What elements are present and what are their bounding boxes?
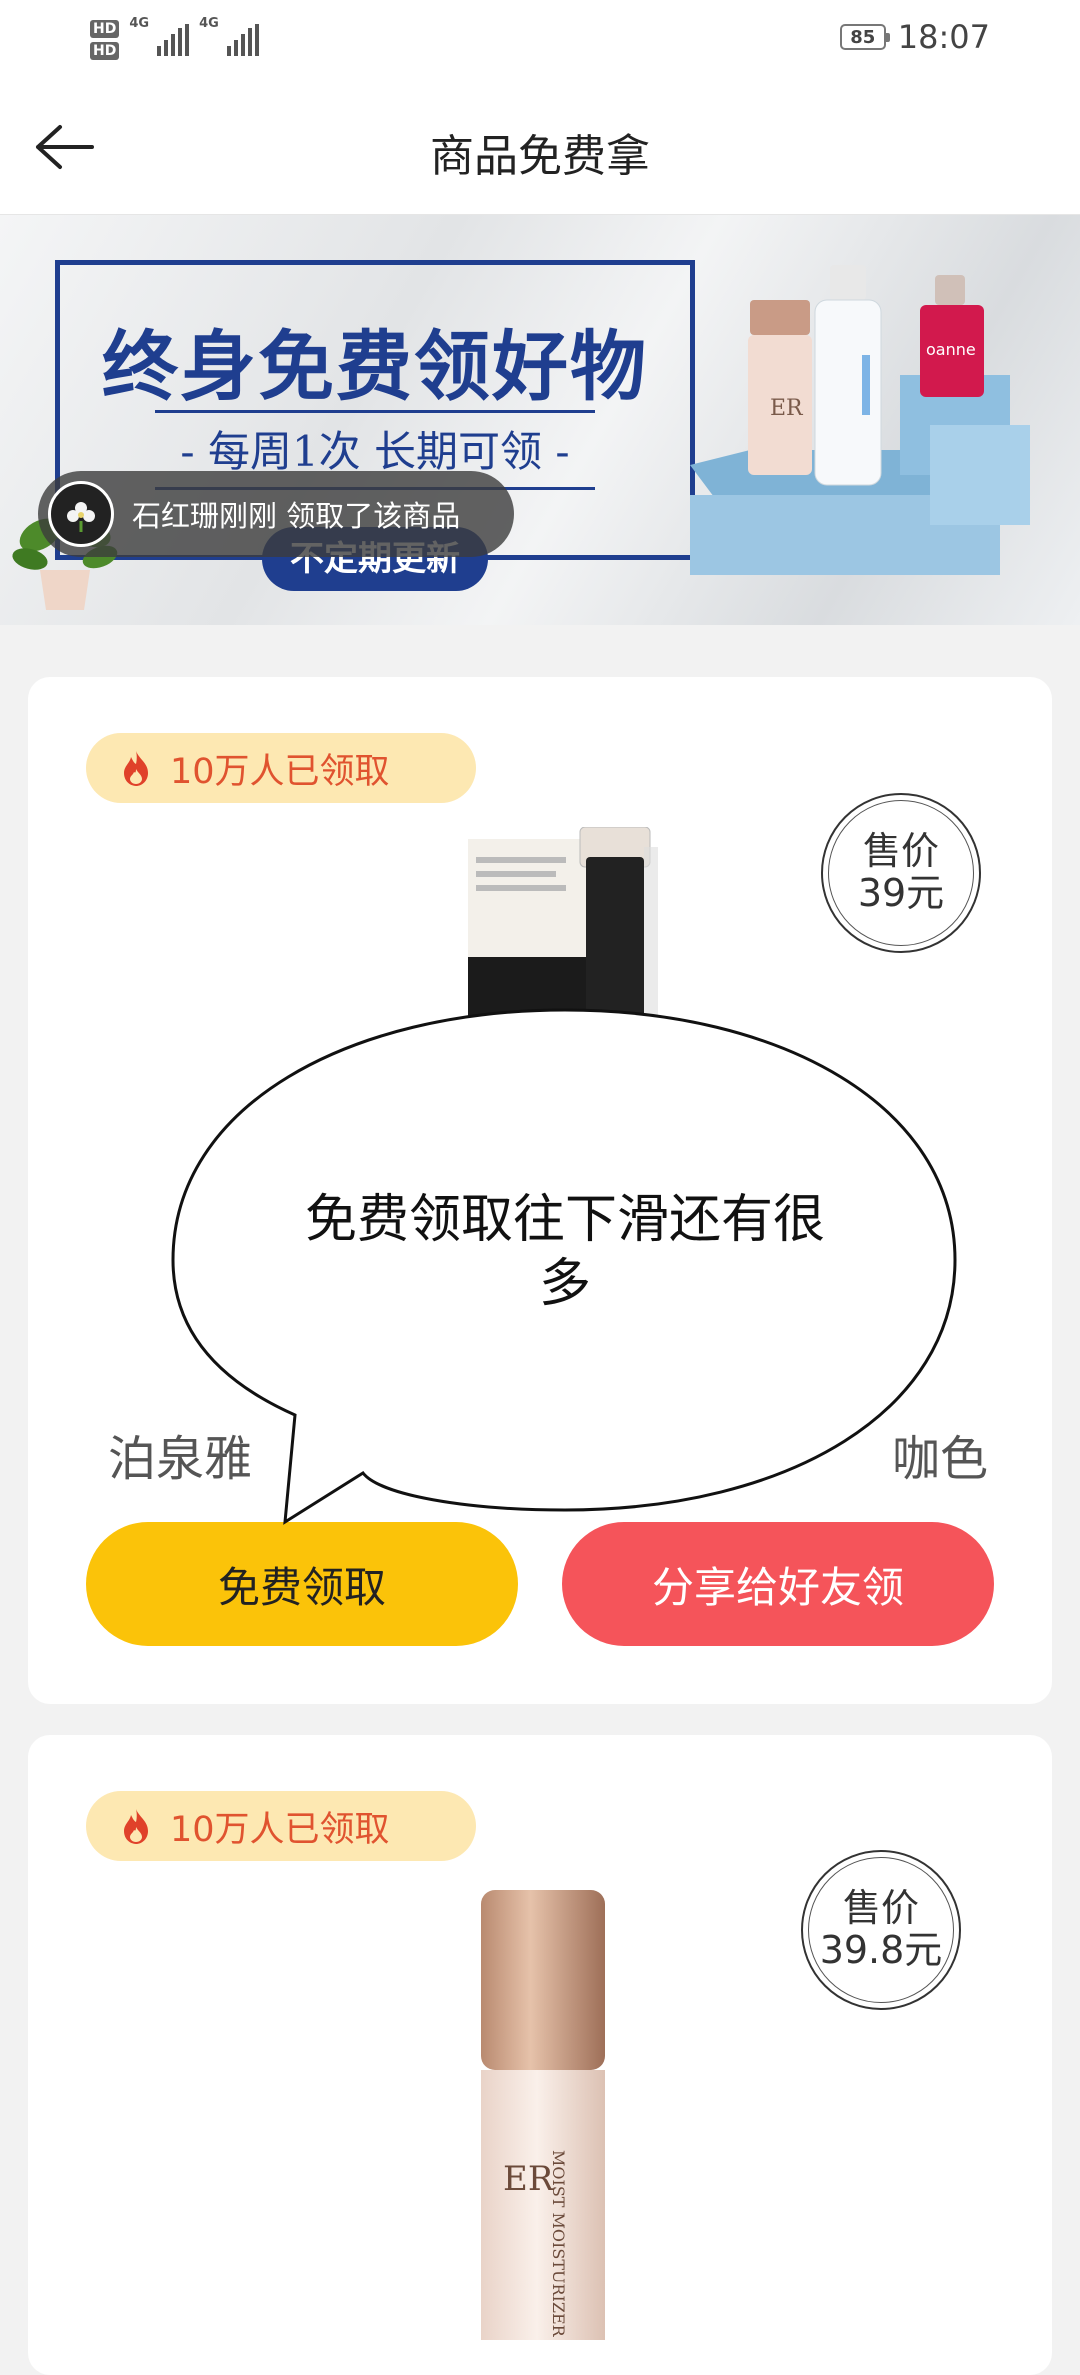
page-title: 商品免费拿 [430,131,650,182]
claimed-count: 10万人已领取 [170,751,390,792]
svg-text:ER: ER [770,396,804,421]
free-claim-button[interactable]: 免费领取 [86,1522,518,1646]
clock: 18:07 [897,18,990,56]
share-claim-button[interactable]: 分享给好友领 [562,1522,994,1646]
claimed-count: 10万人已领取 [170,1809,390,1850]
claimed-badge: 10万人已领取 [86,733,476,803]
product-image: ER MOIST MOISTURIZER [481,1890,605,2340]
price-label: 售价 [862,829,939,874]
cosmetics-image: ER oanne [690,265,1030,575]
network-type-2: 4G [199,16,219,31]
price-badge: 售价 39元 [821,793,981,953]
network-type-1: 4G [129,16,150,31]
signal-group: HD HD 4G 4G [90,10,259,70]
product-image [468,827,658,1017]
hd-icon-sim2: HD [90,42,120,60]
svg-text:ER: ER [503,2159,555,2199]
app-header: 商品免费拿 [0,80,1080,215]
hd-icon-sim1: HD [90,20,120,38]
toast-text: 石红珊刚刚 领取了该商品 [132,499,461,533]
claim-toast: 石红珊刚刚 领取了该商品 [38,471,514,557]
battery-icon: 85 [839,24,890,50]
price-badge: 售价 39.8元 [801,1850,961,2010]
flower-icon [67,502,95,532]
fire-icon [116,748,156,788]
banner-headline: 终身免费领好物 [102,322,648,411]
svg-text:MOIST MOISTURIZER: MOIST MOISTURIZER [549,2150,568,2338]
status-bar: HD HD 4G 4G 85 18:07 [0,0,1080,80]
promo-banner[interactable]: 终身免费领好物 - 每周1次 长期可领 - 不定期更新 ER oanne 石红珊… [0,215,1080,625]
svg-text:oanne: oanne [926,340,976,359]
price-label: 售价 [842,1886,919,1931]
avatar [48,481,114,547]
price-value: 39元 [857,871,945,915]
banner-subline: - 每周1次 长期可领 - [180,427,570,476]
product-card[interactable]: 10万人已领取 售价 39.8元 ER MOIST MOISTURIZER [28,1735,1052,2375]
claimed-badge: 10万人已领取 [86,1791,476,1861]
signal-icon-1 [157,24,190,56]
banner-divider-top [155,410,595,413]
fire-icon [116,1806,156,1846]
price-value: 39.8元 [819,1928,943,1972]
hd-indicators: HD HD [90,20,120,60]
status-right: 85 18:07 [839,18,990,56]
speech-bubble-text: 免费领取往下滑还有很多 [304,1190,825,1314]
signal-icon-2 [226,24,259,56]
battery-level: 85 [850,26,876,48]
